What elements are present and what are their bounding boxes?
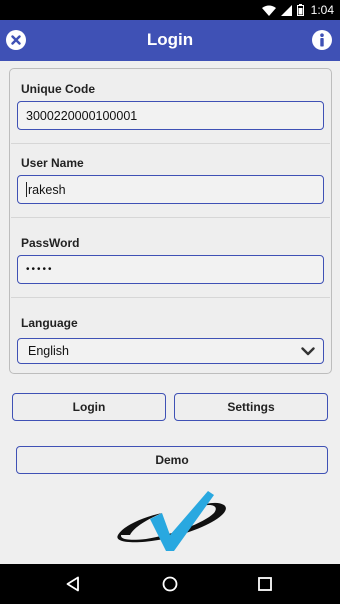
status-icons: 1:04 [261, 3, 334, 17]
login-button[interactable]: Login [12, 393, 166, 421]
password-input[interactable]: ••••• [17, 255, 324, 284]
app-logo [117, 491, 226, 551]
home-icon [162, 576, 178, 592]
back-icon [66, 576, 79, 592]
page-title: Login [146, 30, 194, 49]
divider [11, 217, 330, 218]
user-name-value: rakesh [28, 182, 66, 197]
divider [11, 297, 330, 298]
recents-button[interactable] [255, 574, 275, 594]
app-bar: Login [0, 20, 340, 61]
language-selected: English [28, 344, 69, 358]
status-bar: 1:04 [0, 0, 340, 20]
status-time: 1:04 [310, 3, 334, 17]
language-select[interactable]: English [17, 338, 324, 364]
password-value: ••••• [26, 264, 54, 275]
divider [11, 143, 330, 144]
settings-button[interactable]: Settings [174, 393, 328, 421]
back-button[interactable] [63, 574, 83, 594]
user-name-label: User Name [21, 156, 84, 170]
chevron-down-icon [301, 347, 315, 356]
info-icon [320, 33, 324, 47]
login-form-card: Unique Code 3000220000100001 User Name r… [9, 68, 332, 374]
wifi-icon [261, 5, 276, 16]
recents-icon [258, 577, 272, 591]
password-label: PassWord [21, 236, 80, 250]
unique-code-label: Unique Code [21, 82, 95, 96]
home-button[interactable] [160, 574, 180, 594]
language-label: Language [21, 316, 78, 330]
battery-icon [296, 4, 304, 16]
signal-icon [280, 4, 292, 16]
info-button[interactable] [312, 30, 332, 50]
demo-button[interactable]: Demo [16, 446, 328, 474]
unique-code-input[interactable]: 3000220000100001 [17, 101, 324, 130]
text-cursor [26, 182, 27, 197]
user-name-input[interactable]: rakesh [17, 175, 324, 204]
navigation-bar [0, 564, 340, 604]
